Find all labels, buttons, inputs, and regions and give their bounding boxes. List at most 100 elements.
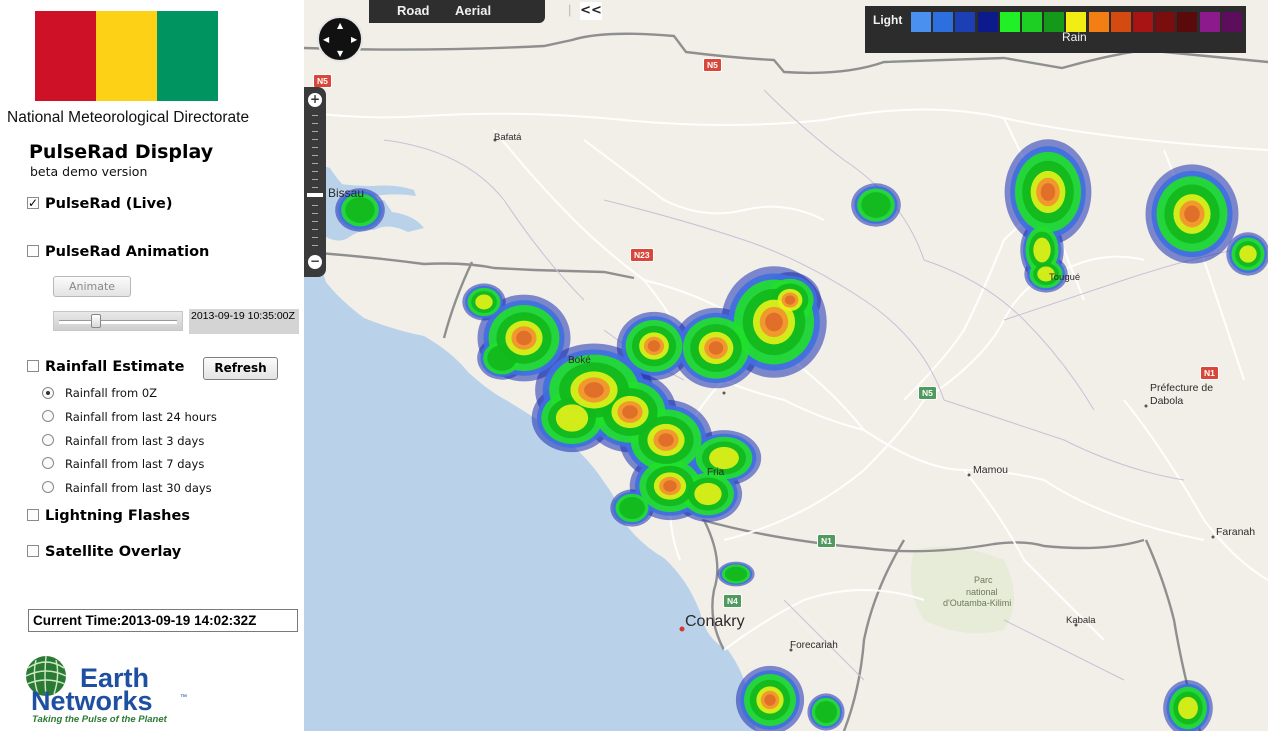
road-shield: N1 <box>1200 366 1219 380</box>
legend-swatch <box>1044 12 1065 32</box>
road-shield: N5 <box>313 74 332 88</box>
pulserad-live-label[interactable]: PulseRad (Live) <box>45 196 173 212</box>
rainfall-option-label[interactable]: Rainfall from last 7 days <box>65 457 204 471</box>
app-subtitle: beta demo version <box>30 164 148 179</box>
pulserad-live-checkbox[interactable]: ✓ <box>27 197 39 209</box>
legend-swatch <box>955 12 976 32</box>
radar-echo <box>1178 696 1198 720</box>
rainfall-option-label[interactable]: Rainfall from last 30 days <box>65 481 212 495</box>
slider-thumb[interactable] <box>91 314 101 328</box>
legend-swatch <box>1155 12 1176 32</box>
aerial-view-button[interactable]: Aerial <box>455 3 491 18</box>
flag-stripe-yellow <box>96 11 157 101</box>
rainfall-radio-7d[interactable] <box>42 457 54 469</box>
radar-echo <box>475 294 493 310</box>
radar-echo <box>658 433 674 447</box>
legend-swatch <box>911 12 931 32</box>
legend-swatch <box>1177 12 1198 32</box>
rainfall-option-label[interactable]: Rainfall from last 3 days <box>65 434 204 448</box>
legend-rain-label: Rain <box>1062 30 1087 44</box>
radar-echo <box>555 404 589 432</box>
radar-echo <box>584 382 604 398</box>
rainfall-option-label[interactable]: Rainfall from 0Z <box>65 386 157 400</box>
radar-echo <box>345 197 375 223</box>
radar-echo <box>1184 205 1200 223</box>
place-label: d'Outamba-Kilimi <box>943 598 1012 608</box>
zoom-slider-thumb[interactable] <box>307 193 323 197</box>
rainfall-estimate-checkbox[interactable] <box>27 360 39 372</box>
flag-stripe-red <box>35 11 96 101</box>
legend-swatch <box>1022 12 1042 32</box>
place-label: Forecariah <box>790 640 838 651</box>
satellite-overlay-checkbox[interactable] <box>27 545 39 557</box>
guinea-flag <box>35 11 218 101</box>
radar-echo <box>619 496 645 520</box>
rainfall-estimate-label[interactable]: Rainfall Estimate <box>45 359 184 375</box>
sidebar: National Meteorological Directorate Puls… <box>0 0 304 731</box>
road-shield: N23 <box>630 248 654 262</box>
radar-echo <box>861 192 891 218</box>
legend-swatch <box>933 12 954 32</box>
pan-left-icon[interactable]: ◀ <box>323 36 329 44</box>
current-time-display: Current Time:2013-09-19 14:02:32Z <box>28 609 298 632</box>
slider-rail <box>59 320 177 324</box>
radar-echo <box>709 446 739 470</box>
road-shield: N5 <box>703 58 722 72</box>
radar-echo <box>622 405 638 419</box>
place-label: Bafatá <box>494 132 522 143</box>
earth-networks-logo: Earth Networks ™ Taking the Pulse of the… <box>25 655 187 725</box>
pan-down-icon[interactable]: ▼ <box>337 50 343 58</box>
legend-swatch <box>1221 12 1242 32</box>
refresh-button[interactable]: Refresh <box>203 357 278 380</box>
place-label: Kabala <box>1066 615 1096 626</box>
place-label: Parc <box>974 575 993 585</box>
pulserad-animation-checkbox[interactable] <box>27 245 39 257</box>
legend-swatch <box>977 12 998 32</box>
legend-swatch <box>1066 12 1087 32</box>
place-label: Bissau <box>328 186 365 200</box>
radar-echo <box>765 312 783 332</box>
place-label: Tougué <box>1049 272 1081 283</box>
radar-echo <box>708 341 724 355</box>
legend-swatch <box>1110 12 1131 32</box>
legend-light-label: Light <box>873 13 903 27</box>
lightning-flashes-label[interactable]: Lightning Flashes <box>45 508 190 524</box>
rainfall-radio-30d[interactable] <box>42 481 54 493</box>
satellite-overlay-label[interactable]: Satellite Overlay <box>45 544 181 560</box>
pan-compass[interactable]: ▲ ▼ ◀ ▶ <box>317 16 363 62</box>
animate-button[interactable]: Animate <box>53 276 131 297</box>
zoom-in-icon[interactable]: + <box>308 93 322 107</box>
radar-echo <box>1040 183 1056 201</box>
place-label: national <box>966 587 998 597</box>
radar-echo <box>764 694 776 706</box>
animation-time-display: 2013-09-19 10:35:00Z <box>189 309 299 334</box>
lightning-flashes-checkbox[interactable] <box>27 509 39 521</box>
radar-echo <box>814 700 838 724</box>
precip-legend: Light Rain <box>865 6 1246 53</box>
rainfall-radio-24h[interactable] <box>42 410 54 422</box>
place-label: Préfecture de <box>1150 382 1214 394</box>
road-shield: N5 <box>918 386 937 400</box>
basemap <box>304 0 1268 731</box>
radar-echo <box>1033 237 1051 263</box>
pan-right-icon[interactable]: ▶ <box>351 36 357 44</box>
rainfall-option-label[interactable]: Rainfall from last 24 hours <box>65 410 217 424</box>
pan-up-icon[interactable]: ▲ <box>337 22 343 30</box>
legend-swatch <box>999 12 1020 32</box>
pulserad-animation-label[interactable]: PulseRad Animation <box>45 244 209 260</box>
place-label: Boké <box>568 355 591 366</box>
rainfall-radio-0z[interactable] <box>42 387 54 399</box>
separator: | <box>568 2 572 17</box>
zoom-out-icon[interactable]: − <box>308 255 322 269</box>
collapse-button[interactable]: << <box>580 2 602 20</box>
road-view-button[interactable]: Road <box>397 3 430 18</box>
animation-time-slider[interactable] <box>53 311 183 331</box>
svg-text:Taking the Pulse of the Planet: Taking the Pulse of the Planet <box>32 714 168 725</box>
place-label: Conakry <box>685 613 745 630</box>
radar-echo <box>1239 245 1257 263</box>
rainfall-radio-3d[interactable] <box>42 434 54 446</box>
place-label: Faranah <box>1216 526 1256 538</box>
radar-map[interactable]: Bissau Bafatá Boké Fria Conakry Forecari… <box>304 0 1268 731</box>
radar-echo <box>663 480 677 492</box>
road-shield: N1 <box>817 534 836 548</box>
